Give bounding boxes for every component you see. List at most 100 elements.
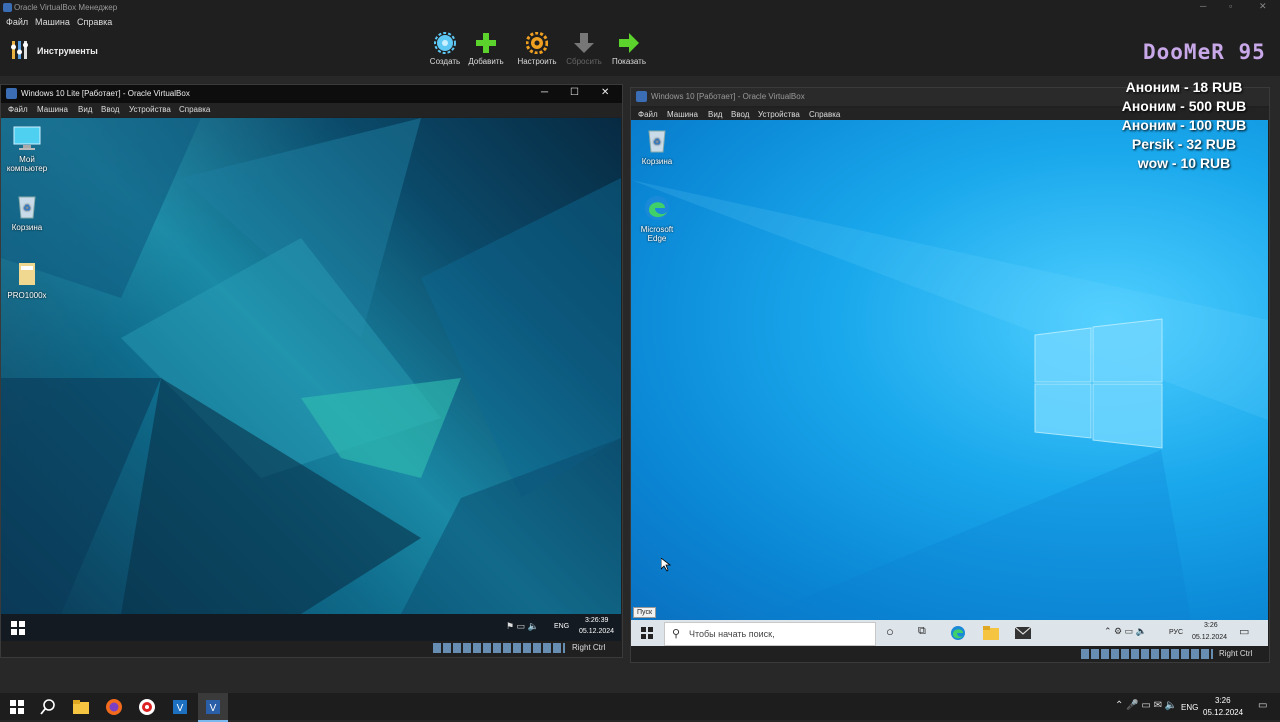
host-key-label: Right Ctrl — [572, 643, 606, 652]
minimize-button[interactable]: ─ — [1200, 1, 1206, 11]
menu-help[interactable]: Справка — [179, 105, 210, 114]
computer-icon — [13, 126, 41, 150]
svg-text:♻: ♻ — [23, 203, 31, 213]
app-icon[interactable] — [138, 698, 156, 716]
settings-button[interactable]: Настроить — [516, 32, 558, 66]
windows-logo-wallpaper — [631, 180, 1268, 620]
virtualbox-icon[interactable]: V — [171, 698, 189, 716]
tray-icons[interactable]: ⚑ ▭ 🔈 — [506, 621, 539, 632]
windows-start-icon[interactable] — [11, 621, 25, 635]
menu-file[interactable]: Файл — [6, 17, 28, 27]
tools-label[interactable]: Инструменты — [37, 46, 98, 56]
manager-titlebar: Oracle VirtualBox Менеджер ─ ▫ ✕ — [0, 0, 1280, 15]
reset-label: Сбросить — [566, 57, 602, 66]
windows-start-icon[interactable] — [8, 698, 26, 716]
device-status-icons — [433, 643, 565, 653]
file-explorer-icon[interactable] — [983, 626, 999, 640]
menu-file[interactable]: Файл — [8, 105, 28, 114]
notifications-icon[interactable]: ▭ — [1258, 700, 1267, 711]
tray-language[interactable]: ENG — [554, 623, 569, 630]
edge-icon[interactable] — [950, 625, 966, 641]
menu-view[interactable]: Вид — [78, 105, 92, 114]
donation-item: Аноним - 100 RUB — [1121, 117, 1247, 133]
mail-icon[interactable] — [1015, 627, 1031, 639]
add-button[interactable]: Добавить — [465, 32, 507, 66]
tools-icon[interactable] — [11, 39, 31, 61]
icon-label: Корзина — [641, 157, 673, 166]
menu-help[interactable]: Справка — [809, 110, 840, 119]
desktop-icon-microsoft-edge[interactable]: Microsoft Edge — [631, 194, 687, 243]
desktop-icon-pro1000x[interactable]: PRO1000x — [1, 260, 57, 300]
donation-item: wow - 10 RUB — [1137, 155, 1231, 171]
host-key-label: Right Ctrl — [1219, 649, 1253, 658]
reset-button: Сбросить — [563, 32, 605, 66]
vm-right-statusbar: Right Ctrl — [631, 646, 1269, 662]
tray-language[interactable]: ENG — [1181, 703, 1198, 712]
taskbar-search-box[interactable]: ⚲ Чтобы начать поиск, — [664, 622, 876, 646]
desktop-icon-my-computer[interactable]: Мой компьютер — [1, 124, 57, 173]
tray-date[interactable]: 05.12.2024 — [1192, 634, 1227, 641]
arrow-right-icon — [619, 33, 639, 53]
menu-file[interactable]: Файл — [638, 110, 658, 119]
tray-icons[interactable]: ⌃ ⚙ ▭ 🔈 — [1104, 626, 1147, 637]
edge-icon — [645, 196, 669, 220]
maximize-button[interactable]: ☐ — [570, 87, 579, 98]
firefox-icon[interactable] — [105, 698, 123, 716]
recycle-bin-icon: ♻ — [648, 130, 666, 153]
maximize-button[interactable]: ▫ — [1229, 1, 1232, 11]
search-icon: ⚲ — [672, 628, 681, 640]
settings-icon — [526, 32, 548, 54]
create-label: Создать — [429, 57, 461, 66]
tray-time[interactable]: 3:26 — [1215, 696, 1231, 705]
menu-machine[interactable]: Машина — [37, 105, 68, 114]
menu-machine[interactable]: Машина — [35, 17, 70, 27]
menu-help[interactable]: Справка — [77, 17, 112, 27]
vm-left-desktop[interactable]: Мой компьютер ♻ Корзина PRO1000x — [1, 118, 621, 640]
tray-date[interactable]: 05.12.2024 — [1203, 708, 1243, 717]
add-label: Добавить — [468, 57, 504, 66]
cortana-icon[interactable]: ○ — [886, 624, 894, 639]
minimize-button[interactable]: ─ — [541, 87, 548, 98]
menu-view[interactable]: Вид — [708, 110, 722, 119]
vm-left-titlebar: Windows 10 Lite [Работает] - Oracle Virt… — [1, 85, 622, 103]
menu-devices[interactable]: Устройства — [758, 110, 800, 119]
device-status-icons — [1081, 649, 1213, 659]
menu-machine[interactable]: Машина — [667, 110, 698, 119]
virtualbox-icon — [3, 3, 12, 12]
close-button[interactable]: ✕ — [1259, 1, 1267, 12]
icon-label: Microsoft — [640, 225, 674, 234]
donations-list: Аноним - 18 RUB Аноним - 500 RUB Аноним … — [1100, 78, 1268, 173]
notifications-icon[interactable]: ▭ — [1239, 625, 1249, 638]
tray-date[interactable]: 05.12.2024 — [579, 628, 614, 635]
close-button[interactable]: ✕ — [601, 87, 609, 98]
tray-icons[interactable]: ⌃ 🎤 ▭ ✉ 🔈 — [1115, 700, 1177, 711]
virtualbox-vm-icon: V — [206, 700, 220, 714]
icon-label: PRO1000x — [7, 291, 47, 300]
icon-label: Корзина — [11, 223, 43, 232]
icon-label: Мой — [19, 155, 35, 164]
tray-time[interactable]: 3:26:39 — [585, 617, 608, 624]
active-app-highlight[interactable]: V — [198, 693, 228, 722]
show-button[interactable]: Показать — [608, 32, 650, 66]
menu-input[interactable]: Ввод — [101, 105, 119, 114]
search-icon[interactable] — [39, 698, 57, 716]
virtualbox-icon — [636, 91, 647, 102]
file-explorer-icon[interactable] — [72, 698, 90, 716]
tray-language[interactable]: РУС — [1169, 629, 1183, 636]
windows-start-icon[interactable] — [641, 627, 653, 639]
desktop-icon-recycle-bin[interactable]: ♻ Корзина — [631, 126, 687, 166]
menu-devices[interactable]: Устройства — [129, 105, 171, 114]
task-view-icon[interactable]: ⧉ — [918, 625, 926, 638]
folder-icon — [19, 263, 35, 285]
show-label: Показать — [611, 57, 646, 66]
search-placeholder: Чтобы начать поиск, — [689, 629, 775, 639]
desktop-icon-recycle-bin[interactable]: ♻ Корзина — [1, 192, 57, 232]
vm-left-title: Windows 10 Lite [Работает] - Oracle Virt… — [21, 89, 190, 98]
vm-right-title: Windows 10 [Работает] - Oracle VirtualBo… — [651, 92, 805, 101]
tray-time[interactable]: 3:26 — [1204, 622, 1218, 629]
arrow-down-icon — [574, 33, 594, 53]
vm-right-desktop[interactable]: ♻ Корзина Microsoft Edge Пуск — [631, 120, 1268, 620]
create-button[interactable]: Создать — [424, 32, 466, 66]
menu-input[interactable]: Ввод — [731, 110, 749, 119]
virtualbox-icon — [6, 88, 17, 99]
